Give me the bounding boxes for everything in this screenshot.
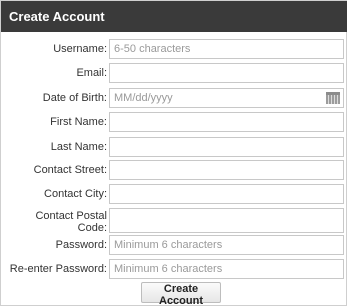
- reenter-password-input[interactable]: [109, 259, 344, 279]
- email-label: Email:: [76, 67, 107, 79]
- panel-title: Create Account: [1, 1, 347, 32]
- dob-input[interactable]: [109, 88, 344, 108]
- email-input[interactable]: [109, 63, 344, 83]
- contact-postal-label: Contact Postal Code:: [35, 210, 107, 234]
- contact-street-input[interactable]: [109, 160, 344, 180]
- contact-street-label: Contact Street:: [33, 164, 107, 176]
- password-label: Password:: [55, 239, 107, 251]
- username-label: Username:: [53, 43, 107, 55]
- reenter-password-label: Re-enter Password:: [9, 263, 107, 275]
- username-input[interactable]: [109, 39, 344, 59]
- dob-label: Date of Birth:: [42, 92, 107, 104]
- create-account-button[interactable]: Create Account: [141, 282, 221, 307]
- calendar-icon[interactable]: [326, 92, 340, 104]
- password-input[interactable]: [109, 235, 344, 255]
- last-name-input[interactable]: [109, 137, 344, 157]
- first-name-input[interactable]: [109, 112, 344, 132]
- contact-postal-input[interactable]: [109, 208, 344, 233]
- first-name-label: First Name:: [50, 116, 107, 128]
- create-account-panel: Create Account Username: Email: Date of …: [0, 0, 347, 307]
- contact-city-label: Contact City:: [44, 188, 107, 200]
- contact-city-input[interactable]: [109, 184, 344, 204]
- last-name-label: Last Name:: [50, 141, 107, 153]
